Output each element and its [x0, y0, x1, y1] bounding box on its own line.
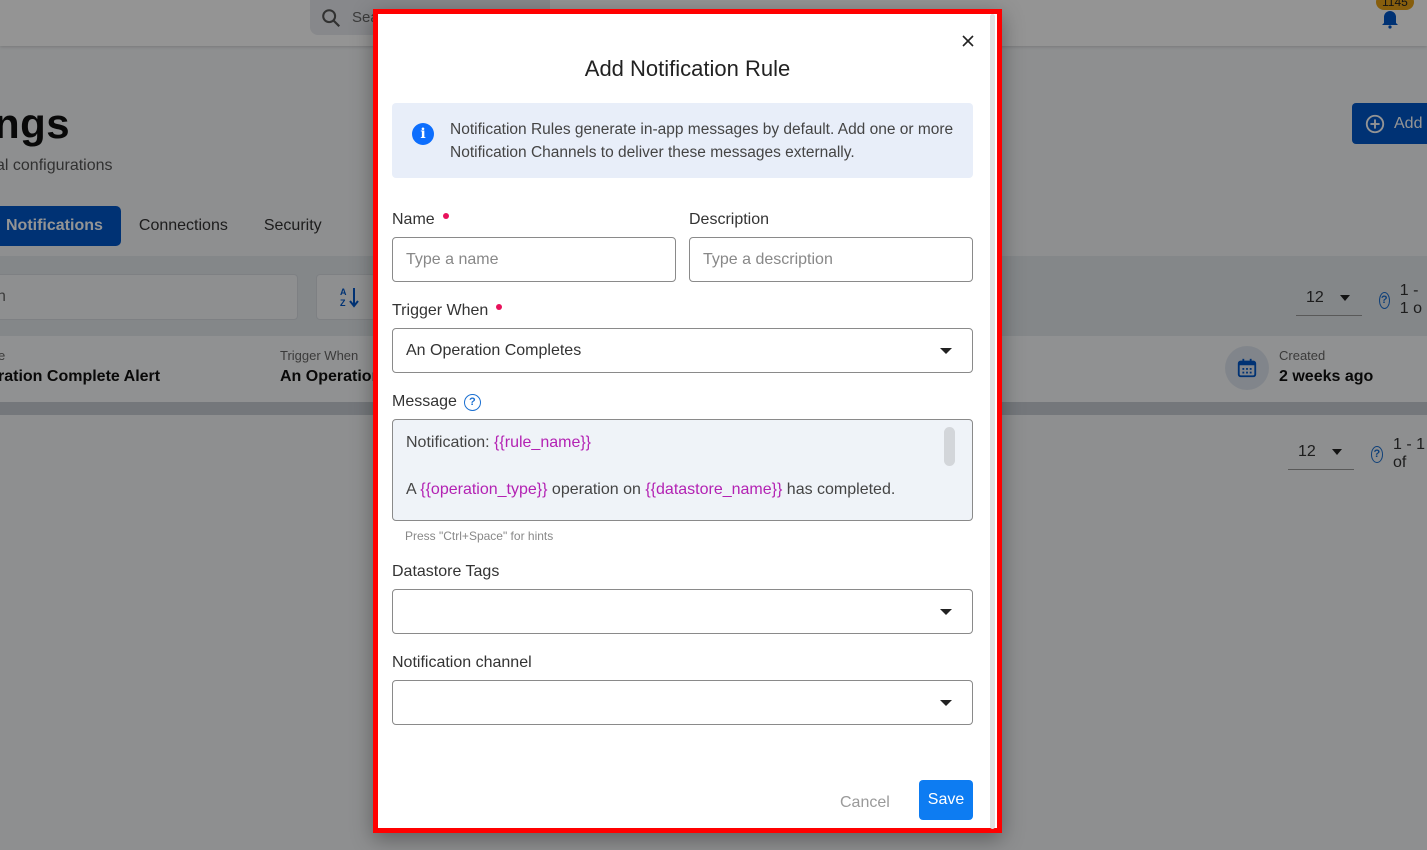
info-banner-text: Notification Rules generate in-app messa…: [450, 121, 954, 161]
message-line-1: Notification: {{rule_name}}: [406, 434, 592, 451]
message-scrollbar[interactable]: [944, 427, 955, 466]
name-label: Name: [392, 211, 449, 229]
message-hint: Press "Ctrl+Space" for hints: [405, 529, 554, 543]
dialog-title: Add Notification Rule: [584, 56, 791, 81]
trigger-when-select[interactable]: An Operation Completes: [392, 328, 973, 373]
notification-channel-label: Notification channel: [392, 654, 532, 671]
required-indicator: [496, 304, 503, 310]
required-indicator: [442, 213, 449, 219]
chevron-down-icon: [940, 700, 952, 706]
save-button[interactable]: Save: [919, 780, 973, 820]
message-label: Message ?: [392, 393, 481, 411]
dialog-scrollbar[interactable]: [990, 14, 995, 829]
name-input[interactable]: [392, 237, 676, 282]
template-variable: {{datastore_name}}: [645, 481, 783, 498]
close-icon: [962, 35, 974, 47]
close-button[interactable]: [958, 31, 978, 51]
notification-channel-select[interactable]: [392, 680, 973, 725]
message-line-2: A {{operation_type}} operation on {{data…: [406, 481, 896, 498]
trigger-when-selected: An Operation Completes: [406, 341, 582, 359]
info-icon: i: [412, 123, 434, 145]
add-notification-rule-dialog: Add Notification Rule i Notification Rul…: [373, 9, 1002, 833]
template-variable: {{rule_name}}: [494, 434, 592, 451]
template-variable: {{operation_type}}: [420, 481, 548, 498]
trigger-when-label: Trigger When: [392, 302, 503, 320]
message-editor[interactable]: Notification: {{rule_name}} A {{operatio…: [392, 419, 973, 521]
description-input[interactable]: [689, 237, 973, 282]
description-label: Description: [689, 211, 770, 228]
datastore-tags-label: Datastore Tags: [392, 563, 500, 580]
cancel-button[interactable]: Cancel: [840, 794, 890, 812]
info-banner: i Notification Rules generate in-app mes…: [392, 103, 973, 178]
datastore-tags-select[interactable]: [392, 589, 973, 634]
help-icon[interactable]: ?: [463, 393, 481, 411]
chevron-down-icon: [940, 348, 952, 354]
chevron-down-icon: [940, 609, 952, 615]
